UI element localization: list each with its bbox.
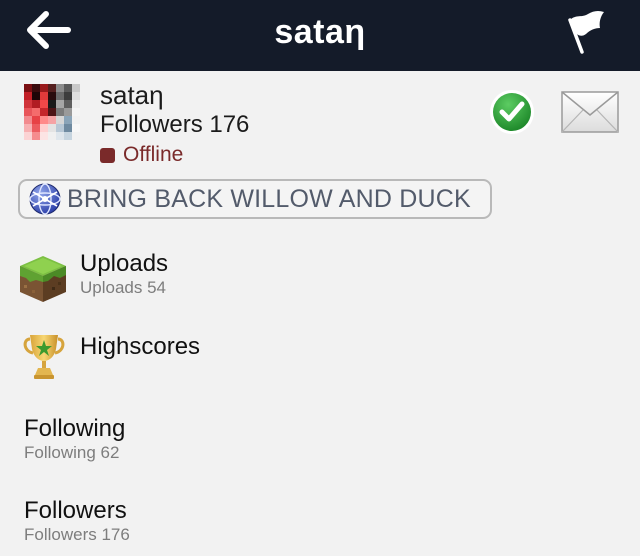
following-subtitle: Following 62	[24, 443, 120, 462]
highscores-title: Highscores	[80, 333, 201, 360]
uploads-title: Uploads	[80, 250, 169, 277]
followers-subtitle: Followers 176	[24, 525, 130, 544]
envelope-icon	[561, 91, 619, 133]
profile-follower-count: Followers 176	[100, 111, 250, 138]
top-navigation-bar: sataη	[0, 0, 640, 71]
badge-button[interactable]: BRING BACK WILLOW AND DUCK	[18, 179, 492, 219]
badge-label: BRING BACK WILLOW AND DUCK	[67, 184, 471, 213]
message-button[interactable]	[561, 91, 619, 133]
followers-row[interactable]: Followers Followers 176	[0, 490, 640, 550]
status-label: Offline	[123, 143, 184, 166]
followers-title: Followers	[24, 497, 127, 524]
following-title: Following	[24, 415, 126, 442]
follow-button[interactable]	[489, 89, 535, 135]
highscores-row[interactable]: Highscores	[0, 326, 640, 384]
uploads-subtitle: Uploads 54	[80, 278, 167, 297]
grass-block-icon	[20, 256, 66, 302]
uploads-row[interactable]: Uploads Uploads 54	[0, 244, 640, 308]
report-button[interactable]	[562, 6, 612, 56]
following-row[interactable]: Following Following 62	[0, 408, 640, 468]
avatar[interactable]	[24, 84, 80, 140]
status-indicator	[100, 147, 115, 163]
flag-icon	[568, 10, 604, 54]
globe-badge-icon	[29, 183, 61, 215]
online-status: Offline	[100, 143, 183, 167]
trophy-icon	[23, 335, 65, 379]
checkmark-icon	[490, 90, 534, 134]
page-title: sataη	[274, 13, 366, 51]
profile-username: sataη	[100, 80, 164, 110]
